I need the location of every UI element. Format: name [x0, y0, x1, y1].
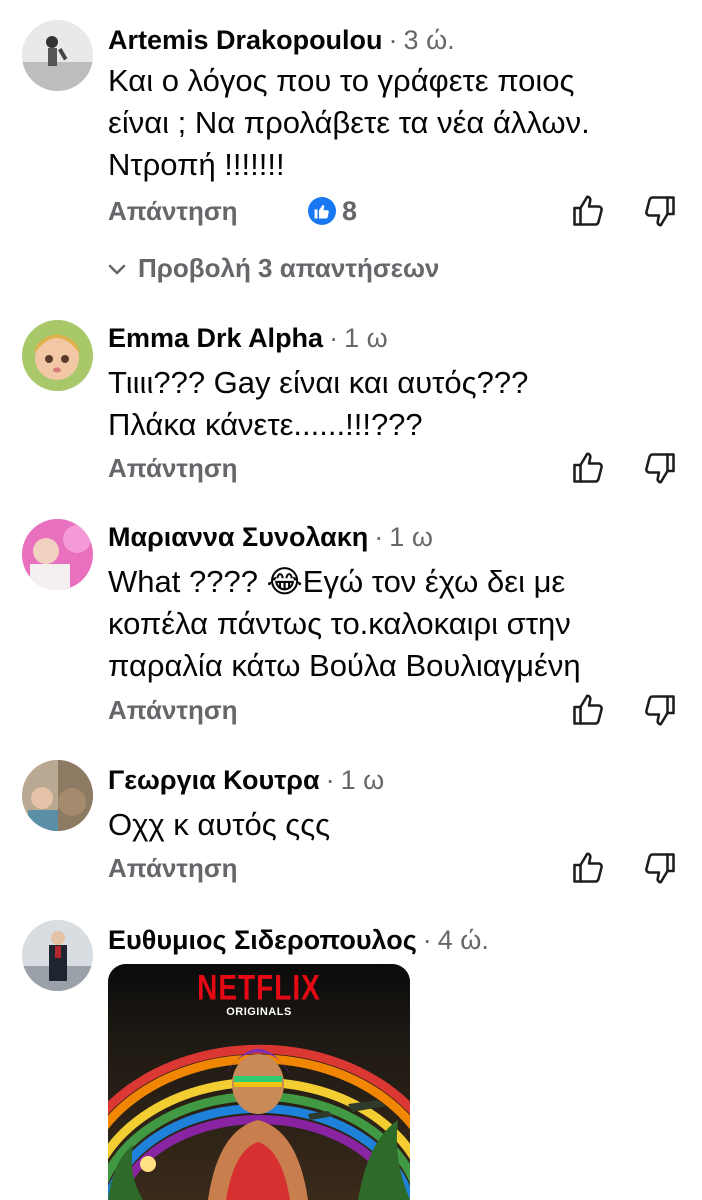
view-replies-link[interactable]: Προβολή 3 απαντήσεων — [108, 248, 439, 288]
like-reaction-icon — [308, 197, 336, 225]
reply-button[interactable]: Απάντηση — [108, 448, 238, 488]
reaction-summary[interactable]: 8 — [308, 193, 357, 229]
avatar[interactable] — [22, 20, 93, 91]
view-replies-label: Προβολή 3 απαντήσεων — [138, 253, 440, 283]
timestamp[interactable]: 1 ω — [341, 765, 385, 795]
netflix-logo: NETFLIX — [197, 968, 321, 1007]
separator-dot: · — [374, 522, 384, 552]
separator-dot: · — [325, 765, 335, 795]
thumbs-down-icon[interactable] — [642, 450, 678, 486]
author-name[interactable]: Artemis Drakopoulou — [108, 25, 383, 55]
author-name[interactable]: Ευθυμιος Σιδεροπουλος — [108, 925, 417, 955]
separator-dot: · — [388, 25, 398, 55]
reply-button[interactable]: Απάντηση — [108, 848, 238, 888]
comment-text: What ???? 😂Εγώ τον έχω δει με κοπέλα πάν… — [108, 561, 581, 687]
comment-line: Τιιιι??? Gay είναι και αυτός??? — [108, 365, 529, 400]
comment-actions: Απάντηση — [108, 690, 688, 730]
comment-line: παραλία κάτω Βούλα Βουλιαγμένη — [108, 648, 581, 683]
avatar[interactable] — [22, 920, 93, 991]
avatar[interactable] — [22, 519, 93, 590]
reaction-count: 8 — [342, 195, 358, 226]
comment-actions: Απάντηση — [108, 448, 688, 488]
timestamp[interactable]: 3 ώ. — [404, 25, 455, 55]
thumbs-up-icon[interactable] — [570, 450, 606, 486]
separator-dot: · — [422, 925, 432, 955]
thumbs-up-icon[interactable] — [570, 193, 606, 229]
comment-line: Και ο λόγος που το γράφετε ποιος — [108, 63, 575, 98]
originals-label: ORIGINALS — [226, 1006, 292, 1018]
comment-text: Τιιιι??? Gay είναι και αυτός??? Πλάκα κά… — [108, 362, 528, 446]
avatar[interactable] — [22, 760, 93, 831]
comment-actions: Απάντηση 8 — [108, 191, 688, 231]
author-name[interactable]: Emma Drk Alpha — [108, 323, 323, 353]
author-name[interactable]: Γεωργια Κουτρα — [108, 765, 320, 795]
timestamp[interactable]: 1 ω — [344, 323, 388, 353]
comment-attachment-image[interactable]: NETFLIX ORIGINALS — [108, 964, 410, 1200]
thumbs-down-icon[interactable] — [642, 692, 678, 728]
author-name[interactable]: Μαριαννα Συνολακη — [108, 522, 368, 552]
thumbs-up-icon[interactable] — [570, 692, 606, 728]
comment-line: κοπέλα πάντως το.καλοκαιρι στην — [108, 606, 571, 641]
comment-line: είναι ; Να προλάβετε τα νέα άλλων. — [108, 105, 590, 140]
avatar[interactable] — [22, 320, 93, 391]
timestamp[interactable]: 4 ώ. — [438, 925, 489, 955]
thumbs-up-icon[interactable] — [570, 850, 606, 886]
thumbs-down-icon[interactable] — [642, 193, 678, 229]
chevron-down-icon — [108, 248, 126, 288]
comment-line: Οχχ κ αυτός ςςς — [108, 807, 331, 842]
thumbs-down-icon[interactable] — [642, 850, 678, 886]
comment-text: Και ο λόγος που το γράφετε ποιος είναι ;… — [108, 60, 590, 186]
comment-line: Ντροπή !!!!!!! — [108, 147, 285, 182]
timestamp[interactable]: 1 ω — [389, 522, 433, 552]
reply-button[interactable]: Απάντηση — [108, 191, 238, 231]
comment-line: Πλάκα κάνετε......!!!??? — [108, 407, 423, 442]
comment-line: What ???? 😂Εγώ τον έχω δει με — [108, 564, 566, 599]
reply-button[interactable]: Απάντηση — [108, 690, 238, 730]
comment-text: Οχχ κ αυτός ςςς — [108, 804, 330, 846]
comment-actions: Απάντηση — [108, 848, 688, 888]
separator-dot: · — [329, 323, 339, 353]
